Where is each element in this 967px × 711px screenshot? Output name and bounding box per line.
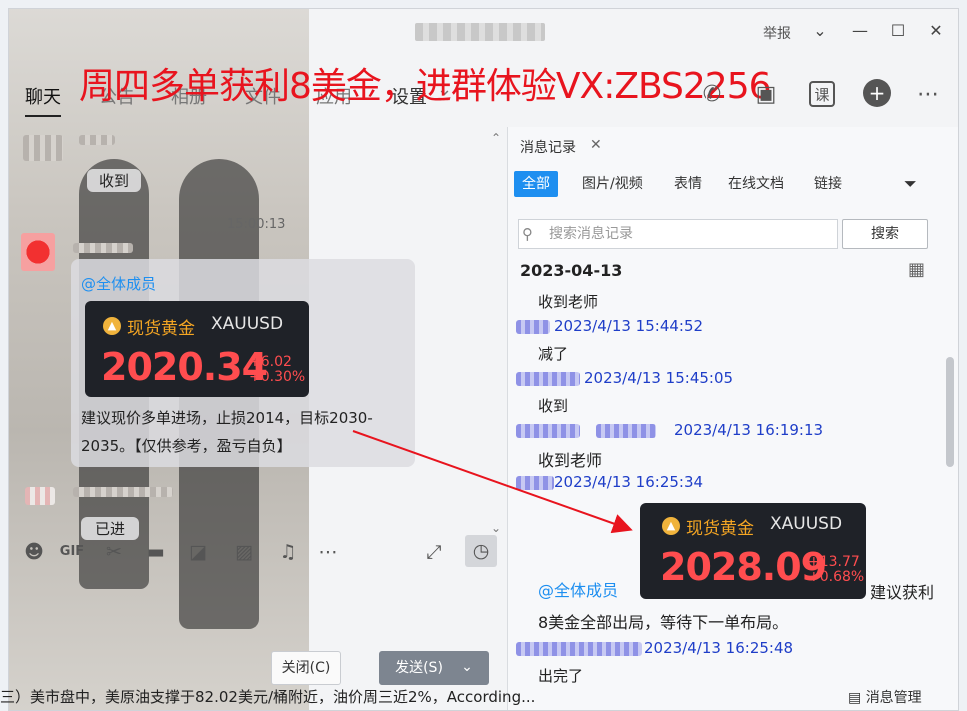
minimize-icon[interactable]: — bbox=[849, 21, 871, 40]
add-icon[interactable]: + bbox=[863, 79, 891, 107]
expand-icon[interactable]: ⤢ bbox=[421, 539, 447, 565]
card-name: 现货黄金 bbox=[127, 319, 195, 339]
sender-name-blurred bbox=[516, 642, 642, 656]
card-change-abs: +13.77 bbox=[808, 554, 860, 570]
folder-icon[interactable]: ▬ bbox=[143, 539, 169, 565]
card-price: 2028.09 bbox=[660, 545, 827, 589]
close-icon[interactable]: ✕ bbox=[925, 21, 947, 40]
expand-up-icon[interactable]: ⌃ bbox=[491, 131, 501, 145]
video-call-icon[interactable]: ▣ bbox=[751, 79, 781, 109]
history-entry-text: 收到老师 bbox=[538, 451, 603, 470]
message-text: 建议现价多单进场，止损2014，目标2030- bbox=[81, 409, 373, 427]
card-price: 2020.34 bbox=[101, 345, 268, 389]
filter-media[interactable]: 图片/视频 bbox=[574, 171, 651, 197]
history-scrollbar[interactable] bbox=[946, 357, 954, 467]
background-article-text: 三）美市盘中，美原油支撑于82.02美元/桶附近，油价周三近2%，Accordi… bbox=[0, 688, 536, 706]
card-symbol: XAUUSD bbox=[211, 314, 284, 334]
gold-price-card[interactable]: ▲ 现货黄金 XAUUSD 2020.34 +6.02 +0.30% bbox=[85, 301, 309, 397]
image-icon[interactable]: ▨ bbox=[231, 539, 257, 565]
filter-docs[interactable]: 在线文档 bbox=[720, 171, 792, 197]
history-entry-text: 出完了 bbox=[538, 667, 584, 685]
report-button[interactable]: 举报 bbox=[763, 23, 791, 43]
scissors-icon[interactable]: ✂ bbox=[101, 539, 127, 565]
close-button[interactable]: 关闭(C) bbox=[271, 651, 341, 685]
maximize-icon[interactable]: ☐ bbox=[887, 21, 909, 40]
history-clock-icon[interactable]: ◷ bbox=[465, 535, 497, 567]
history-entry-text: 减了 bbox=[538, 345, 569, 363]
sender-name-blurred bbox=[516, 424, 580, 438]
sender-name-blurred bbox=[596, 424, 656, 438]
sender-name-blurred bbox=[516, 372, 580, 386]
sender-name-blurred bbox=[73, 243, 133, 253]
search-icon: ⚲ bbox=[522, 225, 533, 243]
send-options-chevron-icon[interactable]: ⌄ bbox=[457, 659, 477, 677]
history-entry-meta: 2023/4/13 15:44:52 bbox=[554, 317, 704, 335]
collapse-down-icon[interactable]: ⌄ bbox=[491, 521, 501, 535]
document-icon[interactable]: ◪ bbox=[185, 539, 211, 565]
filter-all[interactable]: 全部 bbox=[514, 171, 558, 197]
chat-window: 举报 ⌄ — ☐ ✕ 聊天 公告 相册 文件 应用 设置 ⌄ 周四多单获利8美金… bbox=[8, 8, 959, 711]
card-change-pct: +0.30% bbox=[249, 369, 306, 385]
history-search-input[interactable]: 搜索消息记录 bbox=[518, 219, 838, 249]
card-symbol: XAUUSD bbox=[770, 514, 843, 534]
message-time: 15:00:13 bbox=[227, 217, 286, 232]
filter-icon[interactable]: ⏷ bbox=[896, 171, 925, 197]
message-history-panel: 消息记录 ✕ 全部 图片/视频 表情 在线文档 链接 ⏷ 搜索消息记录 ⚲ 搜索… bbox=[508, 127, 958, 710]
card-name: 现货黄金 bbox=[686, 519, 754, 539]
card-change-abs: +6.02 bbox=[249, 354, 292, 370]
course-icon[interactable]: 课 bbox=[809, 81, 835, 107]
sender-name-blurred bbox=[516, 476, 554, 490]
history-entry-meta: 2023/4/13 16:19:13 bbox=[674, 421, 824, 439]
title-bar: 举报 ⌄ — ☐ ✕ bbox=[9, 9, 958, 57]
history-tab[interactable]: 消息记录 bbox=[520, 137, 576, 157]
history-date: 2023-04-13 bbox=[520, 261, 623, 280]
history-entry-text: 8美金全部出局，等待下一单布局。 bbox=[538, 613, 789, 632]
close-icon[interactable]: ✕ bbox=[590, 137, 602, 153]
message-text: 2035。【仅供参考，盈亏自负】 bbox=[81, 437, 292, 455]
history-entry-text: 收到 bbox=[538, 397, 569, 415]
sender-name-blurred bbox=[73, 487, 173, 497]
history-entry-meta: 2023/4/13 15:45:05 bbox=[584, 369, 734, 387]
mention-all[interactable]: @全体成员 bbox=[81, 273, 156, 294]
gold-coin-icon: ▲ bbox=[103, 317, 121, 335]
card-change-pct: +0.68% bbox=[808, 569, 865, 585]
window-title-blurred bbox=[415, 23, 545, 41]
history-entry-meta: 2023/4/13 16:25:48 bbox=[644, 639, 794, 657]
calendar-icon[interactable]: ▦ bbox=[900, 257, 933, 283]
promo-banner: 周四多单获利8美金，进群体验VX:ZBS2256 bbox=[79, 66, 772, 107]
message-bubble: @全体成员 ▲ 现货黄金 XAUUSD 2020.34 +6.02 +0.30%… bbox=[71, 259, 415, 467]
history-search-button[interactable]: 搜索 bbox=[842, 219, 928, 249]
tab-chat[interactable]: 聊天 bbox=[25, 83, 61, 117]
mention-all[interactable]: @全体成员 bbox=[538, 577, 618, 601]
sender-name-blurred bbox=[516, 320, 550, 334]
avatar bbox=[21, 233, 55, 271]
dropdown-icon[interactable]: ⌄ bbox=[809, 21, 831, 40]
history-entry-text: 收到老师 bbox=[538, 293, 599, 311]
history-entry-meta: 2023/4/13 16:25:34 bbox=[554, 473, 704, 491]
bell-off-icon[interactable]: ♫ bbox=[275, 539, 301, 565]
gold-price-card[interactable]: ▲ 现货黄金 XAUUSD 2028.09 +13.77 +0.68% bbox=[640, 503, 866, 599]
gif-icon[interactable]: GIF bbox=[59, 539, 85, 565]
emoji-icon[interactable]: ☻ bbox=[21, 539, 47, 565]
filter-links[interactable]: 链接 bbox=[806, 171, 850, 197]
sender-name-blurred bbox=[79, 135, 115, 145]
avatar bbox=[23, 135, 63, 161]
more-icon[interactable]: ⋯ bbox=[913, 79, 943, 109]
avatar bbox=[25, 487, 55, 505]
more-icon[interactable]: ⋯ bbox=[315, 539, 341, 565]
chat-area: 收到 15:00:13 @全体成员 ▲ 现货黄金 XAUUSD 2020.34 … bbox=[9, 127, 507, 547]
history-entry-text: 建议获利 bbox=[870, 583, 935, 602]
filter-emoji[interactable]: 表情 bbox=[666, 171, 710, 197]
input-toolbar: ☻ GIF ✂ ▬ ◪ ▨ ♫ ⋯ ⤢ ◷ bbox=[9, 535, 507, 579]
phone-icon[interactable]: ✆ bbox=[697, 79, 727, 109]
chat-message: 已进 bbox=[81, 517, 140, 540]
chat-message: 收到 bbox=[87, 169, 142, 192]
gold-coin-icon: ▲ bbox=[662, 517, 680, 535]
